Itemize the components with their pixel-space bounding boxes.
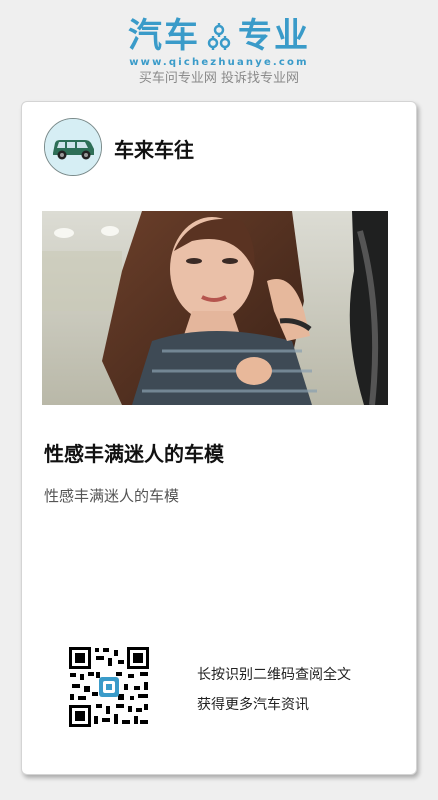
qr-hint-line1: 长按识别二维码查阅全文: [197, 667, 351, 683]
qr-hint-line2: 获得更多汽车资讯: [197, 697, 309, 713]
logo-title-left: 汽车: [128, 16, 200, 56]
qr-code-icon[interactable]: [68, 646, 150, 728]
author-name[interactable]: 车来车往: [114, 134, 194, 163]
logo-title-right: 专业: [238, 16, 310, 56]
author-avatar[interactable]: [44, 118, 102, 176]
article-title[interactable]: 性感丰满迷人的车模: [44, 438, 224, 467]
gear-icon: [206, 21, 232, 51]
logo-title: 汽车 专业: [0, 16, 438, 56]
logo-url: www.qichezhuanye.com: [129, 57, 309, 68]
logo-slogan: 买车问专业网 投诉找专业网: [138, 71, 300, 86]
car-icon: [45, 119, 101, 175]
article-description: 性感丰满迷人的车模: [44, 487, 180, 505]
site-logo: 汽车 专业 www.qichezhuanye.com 买车问专业网 投诉找专业网: [0, 16, 438, 88]
article-card[interactable]: 车来车往 性感丰满迷人的车模 性感丰满迷人的车模 长按识别二维码查阅全文 获得更…: [21, 101, 417, 775]
article-photo[interactable]: [42, 211, 388, 405]
